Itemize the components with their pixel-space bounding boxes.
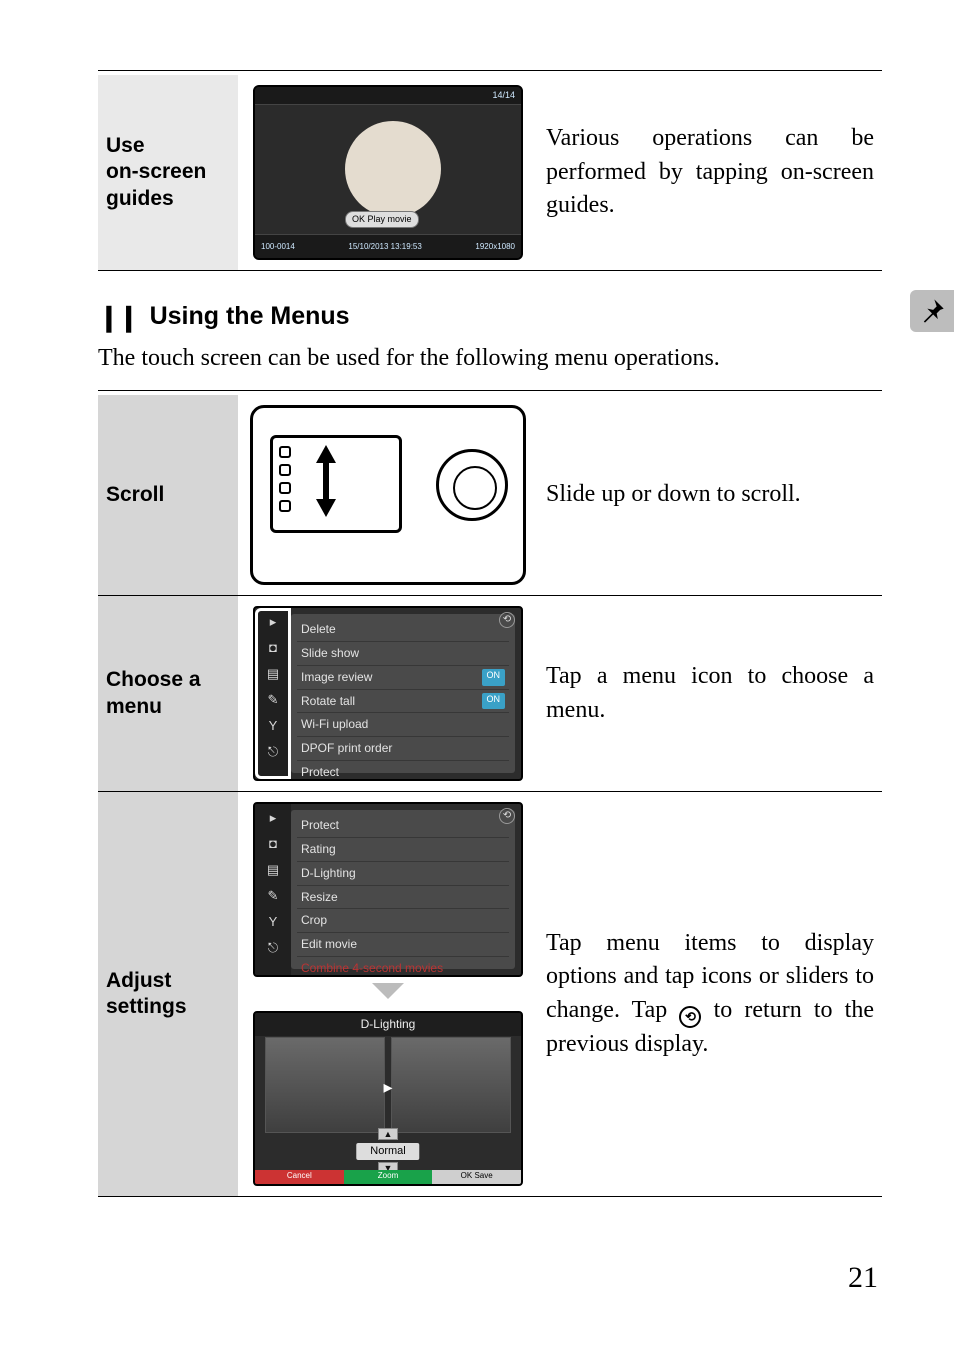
menu-item: Crop (301, 912, 327, 929)
on-badge: ON (482, 669, 506, 686)
play-icon: ▸ (263, 614, 283, 630)
play-movie-tag: OK Play movie (345, 211, 419, 228)
chapter-tab (910, 290, 954, 332)
step-up-button: ▲ (378, 1128, 398, 1140)
row-label-scroll: Scroll (98, 395, 238, 596)
menu-item: Rotate tall (301, 693, 355, 710)
row-label-adjust: Adjust settings (98, 792, 238, 1197)
heading-bars-icon: ❙❙ (98, 299, 138, 335)
menus-table: Scroll Slide up or down to scroll. Choos… (98, 395, 882, 1197)
row-image-choose: ⟲ ▸ ◘ ▤ ✎ Y ⎋ Delete Slide show Image re… (238, 596, 538, 792)
menus-top-rule (98, 390, 882, 391)
menu-panel: Protect Rating D-Lighting Resize Crop Ed… (291, 810, 515, 969)
menu-icon-column: ▸ ◘ ▤ ✎ Y ⎋ (255, 608, 291, 779)
label-text: Choose a (106, 668, 201, 691)
play-icon: ▸ (263, 810, 283, 826)
playback-counter: 14/14 (255, 87, 521, 105)
menu-item: DPOF print order (301, 740, 392, 757)
section-body-text: The touch screen can be used for the fol… (98, 341, 882, 376)
lcd-icon (270, 435, 402, 533)
resolution: 1920x1080 (475, 241, 515, 252)
row-image-scroll (238, 395, 538, 596)
menu-item: Delete (301, 621, 336, 638)
dlight-title: D-Lighting (255, 1013, 521, 1036)
row-choose-menu: Choose a menu ⟲ ▸ ◘ ▤ ✎ Y ⎋ Delete Slide… (98, 596, 882, 792)
menu-item: Resize (301, 889, 338, 906)
camera-body-diagram (250, 405, 526, 585)
section-heading-using-menus: ❙❙ Using the Menus (98, 299, 882, 335)
row-image-adjust: ⟲ ▸ ◘ ▤ ✎ Y ⎋ Protect Rating D-Lighting … (238, 792, 538, 1197)
label-text: Use (106, 134, 145, 157)
dlight-footer: Cancel Zoom OK Save (255, 1170, 521, 1184)
lens-icon (436, 449, 508, 521)
heading-text: Using the Menus (150, 302, 350, 330)
brush-icon: ✎ (263, 888, 283, 904)
wifi-icon: ⎋ (263, 940, 283, 956)
row-label-choose: Choose a menu (98, 596, 238, 792)
mode-label: Normal (356, 1143, 419, 1160)
row-desc-adjust: Tap menu items to display options and ta… (538, 792, 882, 1197)
zoom-hint: Zoom (344, 1170, 433, 1184)
row-desc-scroll: Slide up or down to scroll. (538, 395, 882, 596)
save-hint: OK Save (432, 1170, 521, 1184)
label-text: Adjust (106, 969, 171, 992)
label-text: settings (106, 995, 187, 1018)
pushpin-icon (918, 297, 946, 325)
menu-screen-choose: ⟲ ▸ ◘ ▤ ✎ Y ⎋ Delete Slide show Image re… (253, 606, 523, 781)
d-lighting-screen: D-Lighting ▸ ▲ Normal ▼ Cancel Zoom OK S… (253, 1011, 523, 1186)
menu-item: Edit movie (301, 936, 357, 953)
row-adjust-settings: Adjust settings ⟲ ▸ ◘ ▤ ✎ Y ⎋ Protect (98, 792, 882, 1197)
page-number: 21 (848, 1257, 878, 1299)
menu-item: Wi-Fi upload (301, 716, 368, 733)
camera-playback-screen: 14/14 OK Play movie 100-0014 15/10/2013 … (253, 85, 523, 260)
menu-icon-column: ▸ ◘ ▤ ✎ Y ⎋ (255, 804, 291, 975)
compare-arrow-icon: ▸ (383, 1075, 392, 1100)
brush-icon: ✎ (263, 692, 283, 708)
wifi-icon: ⎋ (263, 744, 283, 760)
wrench-icon: Y (263, 914, 283, 930)
timestamp: 15/10/2013 13:19:53 (348, 241, 421, 252)
label-text: guides (106, 187, 174, 210)
label-text: on-screen (106, 160, 206, 183)
menu-item: Rating (301, 841, 336, 858)
photo-thumbnail (345, 121, 441, 217)
movie-icon: ▤ (263, 862, 283, 878)
row-desc-choose: Tap a menu icon to choose a menu. (538, 596, 882, 792)
movie-icon: ▤ (263, 666, 283, 682)
row-desc-guides: Various operations can be performed by t… (538, 75, 882, 271)
row-use-onscreen-guides: Use on-screen guides 14/14 OK Play movie… (98, 75, 882, 271)
menu-panel: Delete Slide show Image review ON Rotate … (291, 614, 515, 773)
on-badge: ON (482, 693, 506, 710)
label-text: menu (106, 695, 162, 718)
guides-table: Use on-screen guides 14/14 OK Play movie… (98, 75, 882, 271)
return-icon: ⟲ (679, 1006, 701, 1028)
menu-item: Slide show (301, 645, 359, 662)
camera-icon: ◘ (263, 836, 283, 852)
menu-item: Combine 4-second movies (301, 960, 443, 977)
row-image-guides: 14/14 OK Play movie 100-0014 15/10/2013 … (238, 75, 538, 271)
top-rule (98, 70, 882, 71)
cancel-hint: Cancel (255, 1170, 344, 1184)
row-label-guides: Use on-screen guides (98, 75, 238, 271)
menu-item: D-Lighting (301, 865, 356, 882)
menu-item: Image review (301, 669, 372, 686)
menu-item: Protect (301, 817, 339, 834)
camera-icon: ◘ (263, 640, 283, 656)
folder-id: 100-0014 (261, 241, 295, 252)
playback-info-bar: 100-0014 15/10/2013 13:19:53 1920x1080 (255, 234, 521, 258)
menu-screen-adjust: ⟲ ▸ ◘ ▤ ✎ Y ⎋ Protect Rating D-Lighting … (253, 802, 523, 977)
menu-item: Protect (301, 764, 339, 781)
wrench-icon: Y (263, 718, 283, 734)
row-scroll: Scroll Slide up or down to scroll. (98, 395, 882, 596)
down-triangle-icon (368, 981, 408, 1001)
scroll-down-arrow-icon (316, 499, 336, 517)
